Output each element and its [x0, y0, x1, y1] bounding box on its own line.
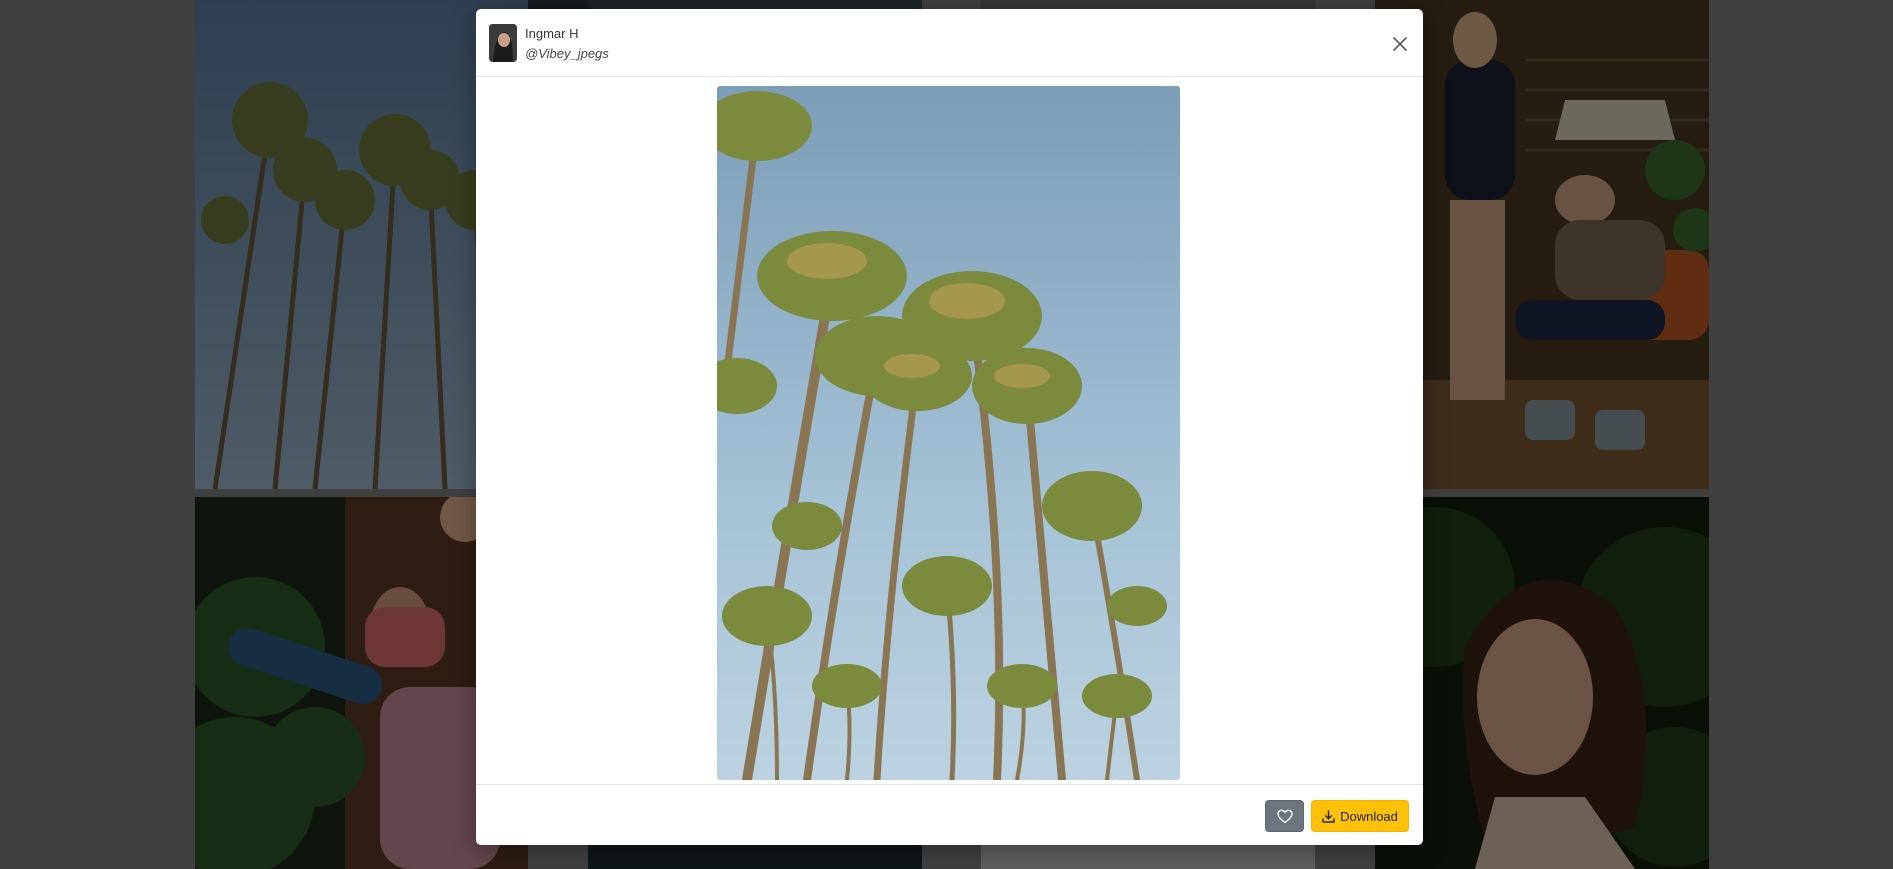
user-handle[interactable]: @Vibey_jpegs [525, 46, 609, 61]
close-icon [1393, 37, 1407, 51]
photo-modal: Ingmar H @Vibey_jpegs Download [476, 9, 1423, 845]
page: Ingmar H @Vibey_jpegs Download [0, 0, 1893, 869]
modal-body [476, 77, 1423, 793]
download-label: Download [1340, 808, 1398, 824]
close-button[interactable] [1389, 33, 1411, 55]
user-name[interactable]: Ingmar H [525, 26, 578, 41]
modal-header: Ingmar H @Vibey_jpegs [476, 9, 1423, 77]
download-button[interactable]: Download [1311, 800, 1409, 832]
main-photo [717, 86, 1180, 780]
download-icon [1322, 809, 1335, 823]
heart-icon [1276, 809, 1293, 823]
avatar[interactable] [489, 24, 517, 62]
modal-footer: Download [476, 784, 1423, 845]
like-button[interactable] [1265, 800, 1304, 832]
